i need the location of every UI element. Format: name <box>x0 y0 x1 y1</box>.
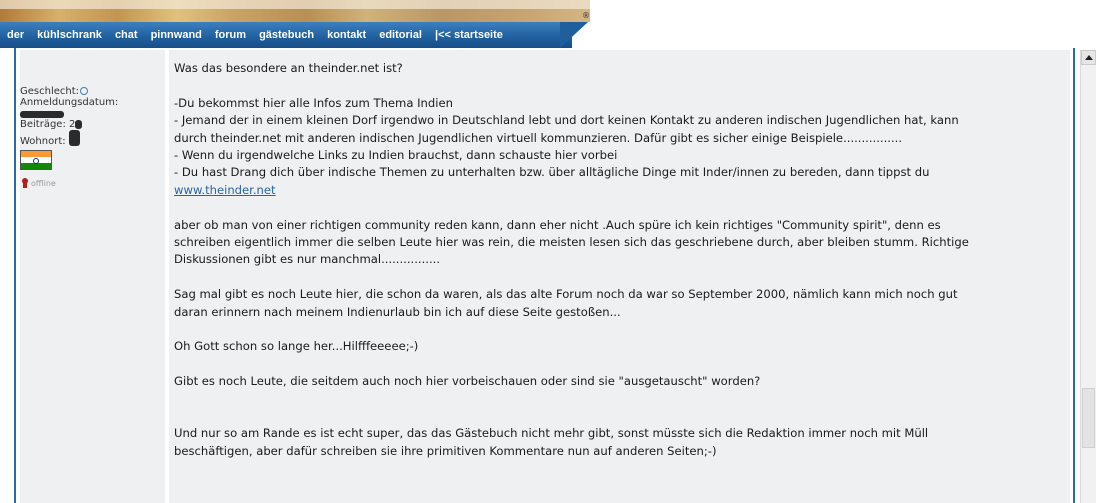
post-line: Sag mal gibt es noch Leute hier, die sch… <box>174 287 958 302</box>
user-profile-panel: Geschlecht: Anmeldungsdatum: Beiträge: 2… <box>20 86 160 170</box>
header-banner-image <box>0 0 590 22</box>
nav-item-gaestebuch[interactable]: gästebuch <box>259 29 314 41</box>
post-line: Gibt es noch Leute, die seitdem auch noc… <box>174 374 761 389</box>
post-line: Oh Gott schon so lange her...Hilfffeeeee… <box>174 339 419 354</box>
registered-label: Anmeldungsdatum: <box>20 97 119 108</box>
flag-white-stripe <box>21 157 51 164</box>
post-line: Und nur so am Rande es ist echt super, d… <box>174 426 929 441</box>
scroll-up-arrow-icon[interactable] <box>1081 50 1096 65</box>
nav-item-chat[interactable]: chat <box>115 29 138 41</box>
offline-status-icon <box>21 178 29 188</box>
location-row: Wohnort: <box>20 130 160 147</box>
banner-light-strip <box>0 0 590 9</box>
post-line: -Du bekommst hier alle Infos zum Thema I… <box>174 95 453 110</box>
posts-row: Beiträge: 2 <box>20 119 160 130</box>
gender-label: Geschlecht: <box>20 86 80 97</box>
nav-item-pinnwand[interactable]: pinnwand <box>151 29 202 41</box>
location-label: Wohnort: <box>20 136 66 147</box>
post-line: durch theinder.net mit anderen indischen… <box>174 130 903 145</box>
post-body: Was das besondere an theinder.net ist? -… <box>174 60 1054 460</box>
nav-item-der[interactable]: der <box>7 29 24 41</box>
gender-row: Geschlecht: <box>20 86 160 97</box>
post-line: - Jemand der in einem kleinen Dorf irgen… <box>174 113 959 128</box>
nav-item-kontakt[interactable]: kontakt <box>327 29 366 41</box>
gender-icon <box>80 87 89 95</box>
posts-label: Beiträge: 2 <box>20 119 76 130</box>
redacted-post-count <box>75 120 83 129</box>
post-line: Diskussionen gibt es nur manchmal.......… <box>174 252 441 267</box>
nav-item-forum[interactable]: forum <box>215 29 246 41</box>
nav-item-editorial[interactable]: editorial <box>379 29 422 41</box>
india-flag-icon <box>20 150 52 170</box>
top-navigation-bar: der kühlschrank chat pinnwand forum gäst… <box>0 22 572 48</box>
post-line: - Wenn du irgendwelche Links zu Indien b… <box>174 148 618 163</box>
theinder-link[interactable]: www.theinder.net <box>174 183 276 197</box>
post-line: beschäftigen, aber dafür schreiben sie i… <box>174 443 717 458</box>
redacted-date-row <box>20 108 160 119</box>
post-line: - Du hast Drang dich über indische Theme… <box>174 165 930 180</box>
status-label: offline <box>31 178 56 188</box>
nav-item-startseite[interactable]: |<< startseite <box>435 29 503 41</box>
post-line: daran erinnern nach meinem Indienurlaub … <box>174 304 621 319</box>
nav-bar-tip <box>560 22 588 48</box>
post-column-divider <box>165 50 169 503</box>
post-line: schreiben eigentlich immer die selben Le… <box>174 235 969 250</box>
scrollbar-thumb[interactable] <box>1082 388 1095 448</box>
registered-row: Anmeldungsdatum: <box>20 97 160 108</box>
flag-chakra <box>33 158 39 164</box>
nav-item-kuehlschrank[interactable]: kühlschrank <box>37 29 102 41</box>
registered-mark-icon: ® <box>582 11 590 20</box>
online-status: offline <box>21 178 56 188</box>
post-line: Was das besondere an theinder.net ist? <box>174 61 403 75</box>
post-line: aber ob man von einer richtigen communit… <box>174 217 941 232</box>
redacted-registration-date <box>20 111 64 118</box>
redacted-location <box>68 130 80 146</box>
